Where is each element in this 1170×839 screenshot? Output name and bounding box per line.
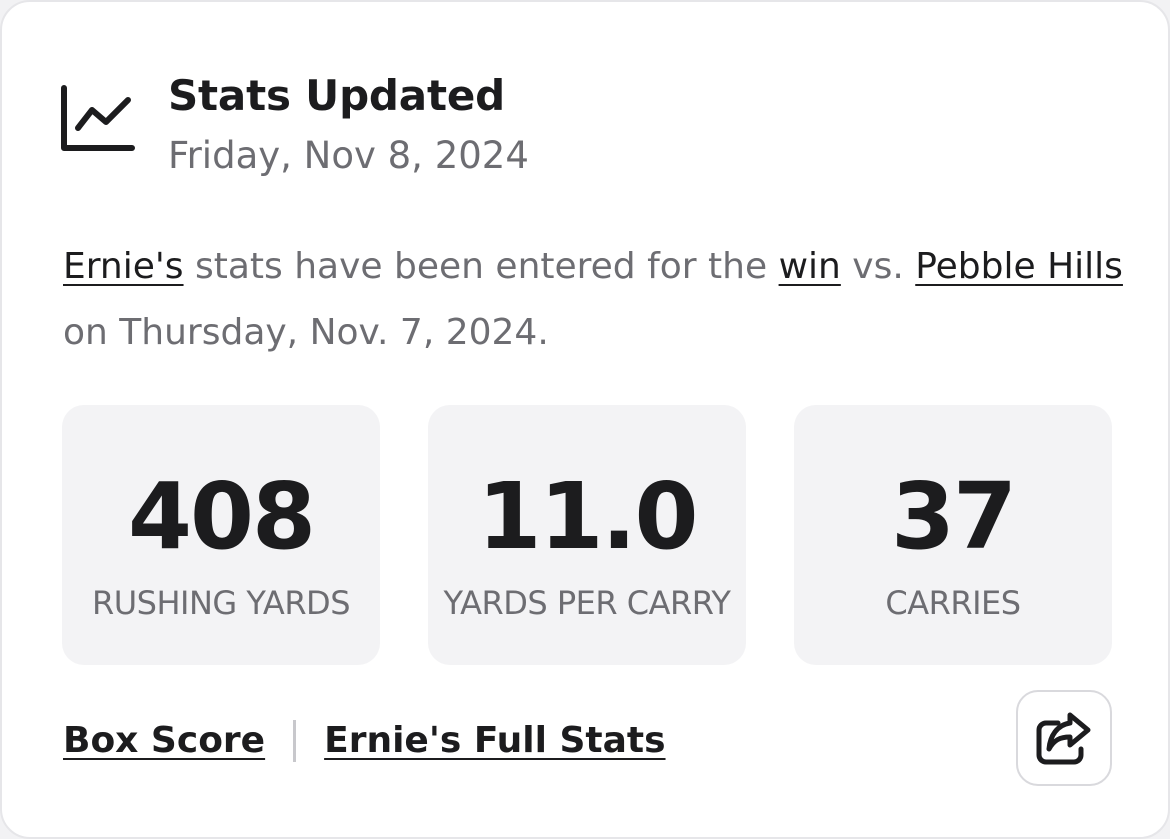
message-text-3: on Thursday, Nov. 7, 2024. (63, 312, 549, 353)
stats-message: Ernie's stats have been entered for the … (63, 234, 1123, 366)
opponent-link[interactable]: Pebble Hills (915, 246, 1123, 287)
stat-label: YARDS PER CARRY (443, 584, 731, 622)
stat-carries: 37 CARRIES (794, 405, 1112, 665)
share-button[interactable] (1016, 690, 1112, 786)
stat-value: 37 (890, 463, 1017, 570)
full-stats-link[interactable]: Ernie's Full Stats (324, 716, 665, 766)
message-text-2: vs. (840, 246, 916, 287)
stat-value: 11.0 (477, 463, 699, 570)
player-link[interactable]: Ernie's (63, 246, 184, 287)
link-divider (293, 720, 297, 762)
header-text: Stats Updated Friday, Nov 8, 2024 (168, 72, 529, 180)
stats-update-card: Stats Updated Friday, Nov 8, 2024 Ernie'… (0, 0, 1170, 839)
footer-links: Box Score Ernie's Full Stats (63, 716, 666, 766)
chart-line-icon (61, 85, 135, 151)
stat-yards-per-carry: 11.0 YARDS PER CARRY (428, 405, 746, 665)
stats-row: 408 RUSHING YARDS 11.0 YARDS PER CARRY 3… (62, 405, 1112, 665)
stat-rushing-yards: 408 RUSHING YARDS (62, 405, 380, 665)
share-icon (1036, 712, 1091, 765)
card-header: Stats Updated Friday, Nov 8, 2024 (60, 72, 529, 180)
stat-value: 408 (127, 463, 316, 570)
card-title: Stats Updated (168, 71, 505, 120)
stat-label: RUSHING YARDS (91, 584, 351, 622)
message-text-1: stats have been entered for the (183, 246, 779, 287)
game-result-link[interactable]: win (779, 246, 841, 287)
stat-label: CARRIES (885, 584, 1021, 622)
box-score-link[interactable]: Box Score (63, 716, 265, 766)
update-date: Friday, Nov 8, 2024 (168, 134, 529, 177)
